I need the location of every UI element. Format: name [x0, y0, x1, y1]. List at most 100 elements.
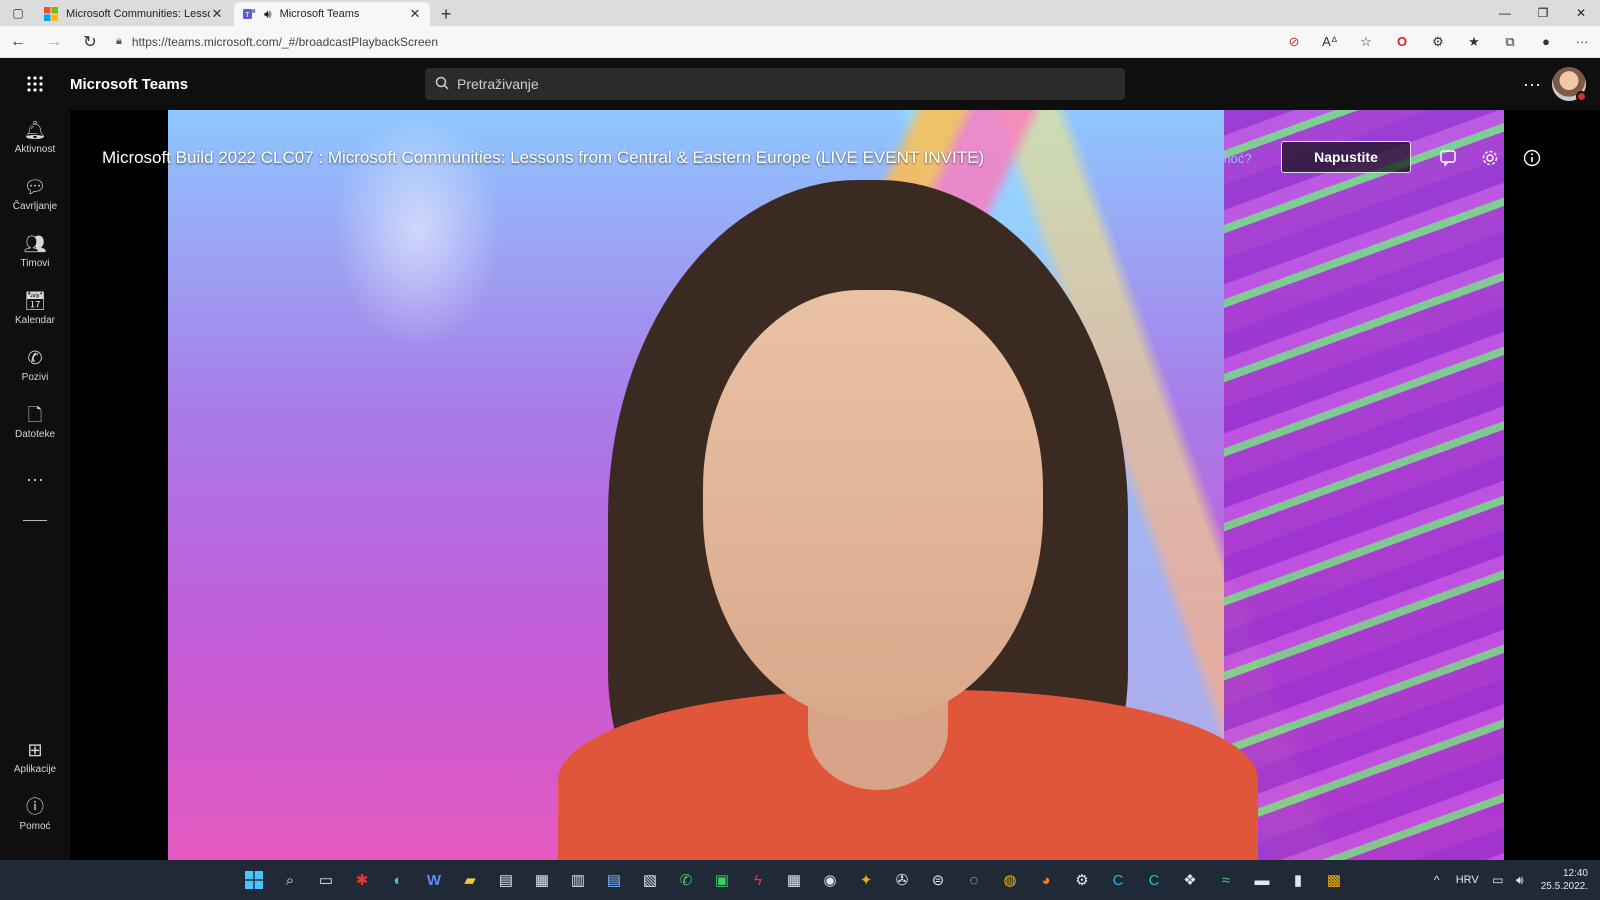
audio-playing-icon[interactable]: 🔊︎	[264, 7, 272, 22]
browser-tab-teams[interactable]: T 🔊︎ Microsoft Teams ✕	[234, 2, 430, 26]
file-icon: 🗋	[27, 404, 43, 425]
chrome-icon[interactable]: ◍	[992, 860, 1028, 900]
add-favorite-icon[interactable]: ☆	[1348, 26, 1384, 58]
close-icon[interactable]: ✕	[210, 6, 224, 22]
app-icon[interactable]: ▣	[704, 860, 740, 900]
rail-item-activity[interactable]: 🔔︎ Aktivnost	[0, 110, 70, 164]
url-text: https://teams.microsoft.com/_#/broadcast…	[131, 34, 438, 49]
search-icon[interactable]: ⌕	[272, 860, 308, 900]
edge-icon[interactable]: ◐	[380, 860, 416, 900]
app-icon[interactable]: ▩	[1316, 860, 1352, 900]
rail-item-help[interactable]: ⓘ Pomoć	[0, 787, 70, 841]
phone-icon: ✆	[27, 347, 43, 368]
app-icon[interactable]: ✦	[848, 860, 884, 900]
gear-icon[interactable]	[1478, 146, 1502, 170]
favorites-icon[interactable]: ★	[1456, 26, 1492, 58]
start-icon[interactable]	[236, 860, 272, 900]
clock[interactable]: 12:40 25.5.2022.	[1541, 867, 1588, 893]
browser-toolbar: ← → ↻ 🔒︎ https://teams.microsoft.com/_#/…	[0, 26, 1600, 58]
rail-item-teams[interactable]: 👥︎ Timovi	[0, 224, 70, 278]
app-icon[interactable]: ✇	[884, 860, 920, 900]
whatsapp-icon[interactable]: ✆	[668, 860, 704, 900]
leave-button[interactable]: Napustite	[1281, 141, 1411, 173]
word-icon[interactable]: W	[416, 860, 452, 900]
settings-more-icon[interactable]: ···	[1564, 26, 1600, 58]
app-icon[interactable]: ▮	[1280, 860, 1316, 900]
search-input[interactable]: Pretraživanje	[425, 68, 1125, 100]
app-icon[interactable]: ▬	[1244, 860, 1280, 900]
read-aloud-icon[interactable]: Aᐞ	[1312, 26, 1348, 58]
network-icon[interactable]: ▭	[1487, 873, 1509, 887]
close-window-icon[interactable]: ✕	[1562, 0, 1600, 26]
firefox-icon[interactable]: ◕	[1028, 860, 1064, 900]
back-icon[interactable]: ←	[0, 26, 36, 58]
browser-tab-communities[interactable]: Microsoft Communities: Lessons ✕	[36, 2, 232, 26]
minimize-icon[interactable]: —	[1486, 0, 1524, 26]
info-icon[interactable]	[1520, 146, 1544, 170]
app-icon[interactable]: ⊜	[920, 860, 956, 900]
extension-opera-icon[interactable]: O	[1384, 26, 1420, 58]
rail-item-calls[interactable]: ✆ Pozivi	[0, 338, 70, 392]
rail-item-label: Pomoć	[19, 820, 51, 832]
presenter-face	[703, 290, 1043, 720]
new-tab-button[interactable]: +	[432, 2, 460, 26]
help-link[interactable]: Trebate li pomoć?	[1148, 151, 1252, 166]
profile-icon[interactable]: ●	[1528, 26, 1564, 58]
search-placeholder: Pretraživanje	[457, 76, 539, 92]
extensions-icon[interactable]: ⚙︎	[1420, 26, 1456, 58]
app-icon[interactable]: ▧	[632, 860, 668, 900]
app-launcher-icon[interactable]	[0, 75, 70, 93]
help-icon: ⓘ	[26, 796, 44, 817]
tab-actions-icon[interactable]: ▢	[0, 0, 36, 26]
task-view-icon[interactable]: ▭	[308, 860, 344, 900]
rail-item-label: Kalendar	[14, 314, 56, 326]
broadcast-stage: Microsoft Build 2022 CLC07 : Microsoft C…	[70, 110, 1600, 860]
app-icon[interactable]: ≈	[1208, 860, 1244, 900]
app-icon[interactable]: C	[1136, 860, 1172, 900]
notepad-icon[interactable]: ▤	[596, 860, 632, 900]
app-icon[interactable]: ϟ	[740, 860, 776, 900]
app-icon[interactable]: C	[1100, 860, 1136, 900]
feedback-icon[interactable]	[1436, 146, 1460, 170]
chevron-up-icon[interactable]: ^	[1426, 873, 1448, 887]
rail-item-label: Timovi	[20, 257, 50, 269]
calendar-icon: 📅︎	[23, 290, 47, 311]
video-player[interactable]	[168, 110, 1504, 860]
tab-title: Microsoft Communities: Lessons	[66, 8, 210, 20]
app-icon[interactable]: ◌	[956, 860, 992, 900]
collections-icon[interactable]: ⧉	[1492, 26, 1528, 58]
app-icon[interactable]: ✱	[344, 860, 380, 900]
teams-icon: 👥︎	[23, 233, 47, 254]
app-icon[interactable]: ▥	[560, 860, 596, 900]
status-badge	[1576, 91, 1587, 102]
calculator-icon[interactable]: ▦	[776, 860, 812, 900]
tracking-prevention-icon[interactable]: ⊘	[1276, 26, 1312, 58]
avatar[interactable]	[1552, 67, 1587, 102]
app-icon[interactable]: ⚙︎	[1064, 860, 1100, 900]
language-indicator[interactable]: HRV	[1456, 874, 1479, 886]
forward-icon[interactable]: →	[36, 26, 72, 58]
more-icon: ···	[26, 469, 44, 489]
app-icon[interactable]: ◉	[812, 860, 848, 900]
rail-item-files[interactable]: 🗋 Datoteke	[0, 395, 70, 449]
svg-text:T: T	[245, 12, 250, 19]
volume-icon[interactable]: 🔊︎	[1509, 873, 1531, 888]
microsoft-logo-icon	[44, 7, 58, 21]
address-bar[interactable]: 🔒︎ https://teams.microsoft.com/_#/broadc…	[108, 28, 1238, 56]
app-icon[interactable]: ❖	[1172, 860, 1208, 900]
app-icon[interactable]: ▦	[524, 860, 560, 900]
rail-item-calendar[interactable]: 📅︎ Kalendar	[0, 281, 70, 335]
terminal-icon[interactable]: ▤	[488, 860, 524, 900]
more-options-button[interactable]: ···	[1512, 74, 1552, 95]
rail-item-chat[interactable]: 💬︎ Čavrljanje	[0, 167, 70, 221]
video-background-pattern	[1224, 110, 1504, 860]
refresh-icon[interactable]: ↻	[72, 26, 108, 58]
file-explorer-icon[interactable]: ▰	[452, 860, 488, 900]
browser-tab-strip: ▢ Microsoft Communities: Lessons ✕ T 🔊︎ …	[0, 0, 1600, 26]
lock-icon[interactable]: 🔒︎	[116, 35, 122, 48]
close-icon[interactable]: ✕	[408, 6, 422, 22]
rail-more-button[interactable]: ···	[0, 452, 70, 506]
rail-item-apps[interactable]: ⊞ Aplikacije	[0, 730, 70, 784]
teams-logo-icon: T	[242, 7, 256, 21]
restore-icon[interactable]: ❐	[1524, 0, 1562, 26]
